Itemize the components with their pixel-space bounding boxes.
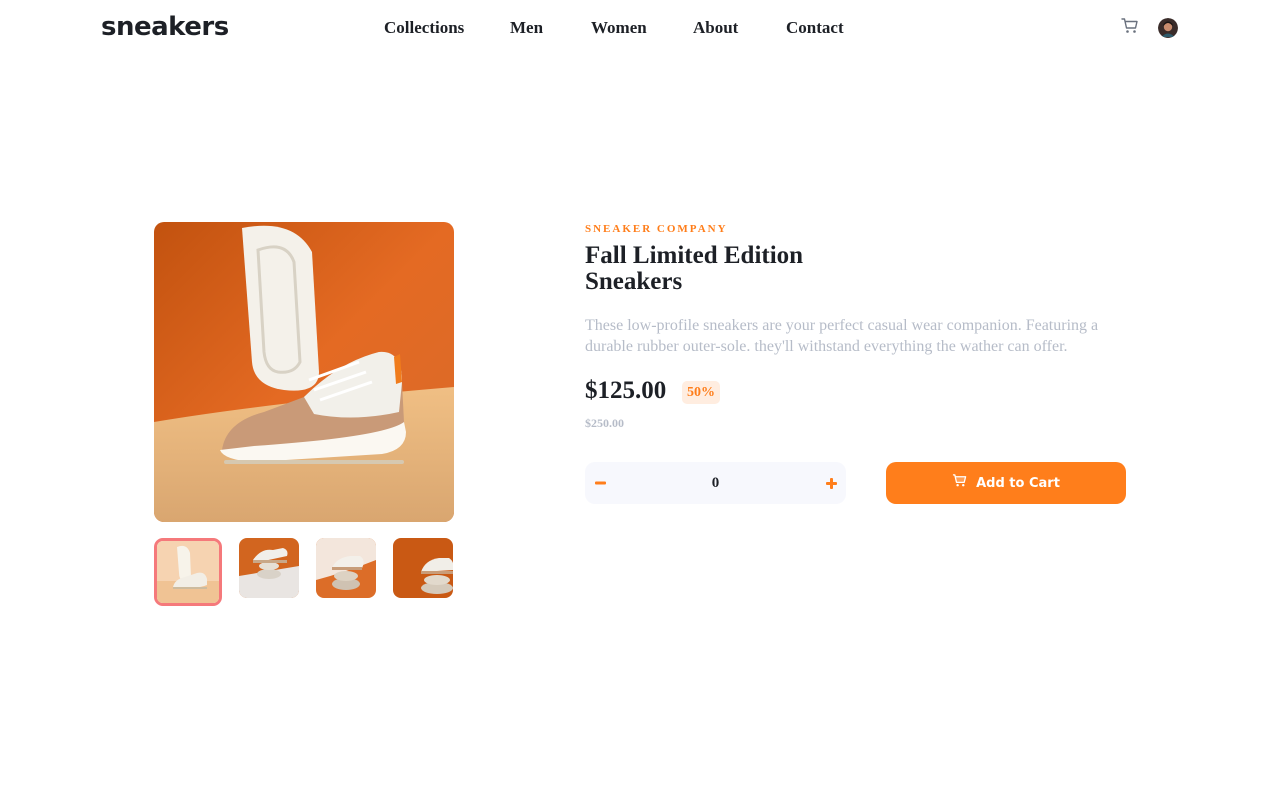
plus-icon[interactable] bbox=[816, 462, 846, 504]
current-price: $125.00 bbox=[585, 377, 667, 404]
product-title: Fall Limited Edition Sneakers bbox=[585, 242, 804, 295]
cart-icon bbox=[952, 473, 967, 493]
company-name: SNEAKER COMPANY bbox=[585, 223, 728, 235]
nav-link-about[interactable]: About bbox=[693, 18, 738, 38]
discount-badge: 50% bbox=[682, 381, 720, 404]
brand-logo[interactable]: sneakers bbox=[101, 11, 229, 43]
thumbnail-1[interactable] bbox=[154, 538, 222, 606]
quantity-value: 0 bbox=[711, 475, 720, 491]
cart-icon[interactable] bbox=[1121, 17, 1139, 35]
add-to-cart-button[interactable]: Add to Cart bbox=[886, 462, 1126, 504]
nav-link-women[interactable]: Women bbox=[591, 18, 647, 38]
user-avatar[interactable] bbox=[1158, 18, 1178, 38]
thumbnail-2[interactable] bbox=[239, 538, 299, 598]
product-description: These low-profile sneakers are your perf… bbox=[585, 317, 1099, 355]
thumbnail-3[interactable] bbox=[316, 538, 376, 598]
original-price: $250.00 bbox=[585, 416, 624, 430]
nav-link-contact[interactable]: Contact bbox=[786, 18, 844, 38]
product-main-image[interactable] bbox=[154, 222, 454, 522]
nav-link-men[interactable]: Men bbox=[510, 18, 543, 38]
quantity-stepper: 0 bbox=[585, 462, 846, 504]
thumbnail-4[interactable] bbox=[393, 538, 453, 598]
nav-link-collections[interactable]: Collections bbox=[384, 18, 464, 38]
add-to-cart-label: Add to Cart bbox=[976, 475, 1060, 491]
